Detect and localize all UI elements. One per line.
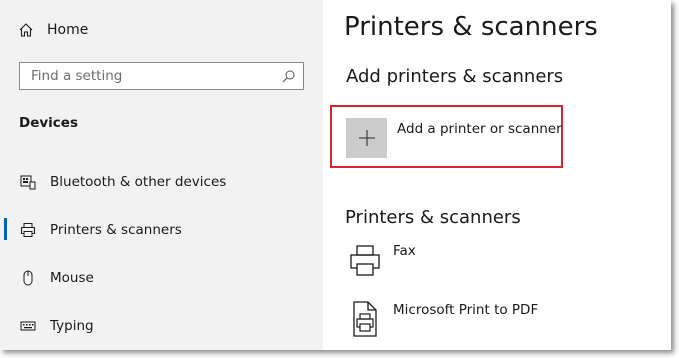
home-nav-item[interactable]: Home xyxy=(18,18,88,42)
main-content: Printers & scanners Add printers & scann… xyxy=(323,0,671,350)
sidebar-item-label: Mouse xyxy=(50,270,94,286)
sidebar-item-label: Bluetooth & other devices xyxy=(50,174,227,190)
bluetooth-devices-icon xyxy=(19,174,37,190)
home-icon xyxy=(19,23,33,37)
sidebar-item-typing[interactable]: Typing xyxy=(0,311,323,341)
add-section-title: Add printers & scanners xyxy=(346,66,564,87)
printer-document-icon xyxy=(345,299,385,339)
sidebar-item-mouse[interactable]: Mouse xyxy=(0,263,323,293)
printer-name: Microsoft Print to PDF xyxy=(393,302,539,318)
sidebar: Home Find a setting Devices Bluetooth & … xyxy=(0,0,323,350)
printer-icon xyxy=(19,222,37,238)
search-icon[interactable] xyxy=(282,70,295,83)
section-title-devices: Devices xyxy=(19,115,78,131)
printer-item-fax[interactable]: Fax xyxy=(323,240,671,280)
page-title: Printers & scanners xyxy=(344,12,598,42)
sidebar-item-label: Typing xyxy=(50,318,94,334)
mouse-icon xyxy=(19,270,37,286)
plus-icon xyxy=(358,130,375,146)
add-printer-label[interactable]: Add a printer or scanner xyxy=(397,121,562,137)
sidebar-item-printers[interactable]: Printers & scanners xyxy=(0,215,323,245)
printer-icon xyxy=(345,240,385,280)
search-placeholder: Find a setting xyxy=(31,68,123,84)
add-printer-button[interactable] xyxy=(346,118,387,158)
sidebar-item-label: Printers & scanners xyxy=(50,222,182,238)
home-label: Home xyxy=(47,22,89,38)
printer-item-pdf[interactable]: Microsoft Print to PDF xyxy=(323,299,671,339)
settings-window: Home Find a setting Devices Bluetooth & … xyxy=(0,0,671,350)
keyboard-icon xyxy=(19,318,37,334)
sidebar-item-bluetooth[interactable]: Bluetooth & other devices xyxy=(0,167,323,197)
search-input[interactable]: Find a setting xyxy=(19,62,304,90)
printers-list-title: Printers & scanners xyxy=(345,207,521,228)
printer-name: Fax xyxy=(393,243,416,259)
